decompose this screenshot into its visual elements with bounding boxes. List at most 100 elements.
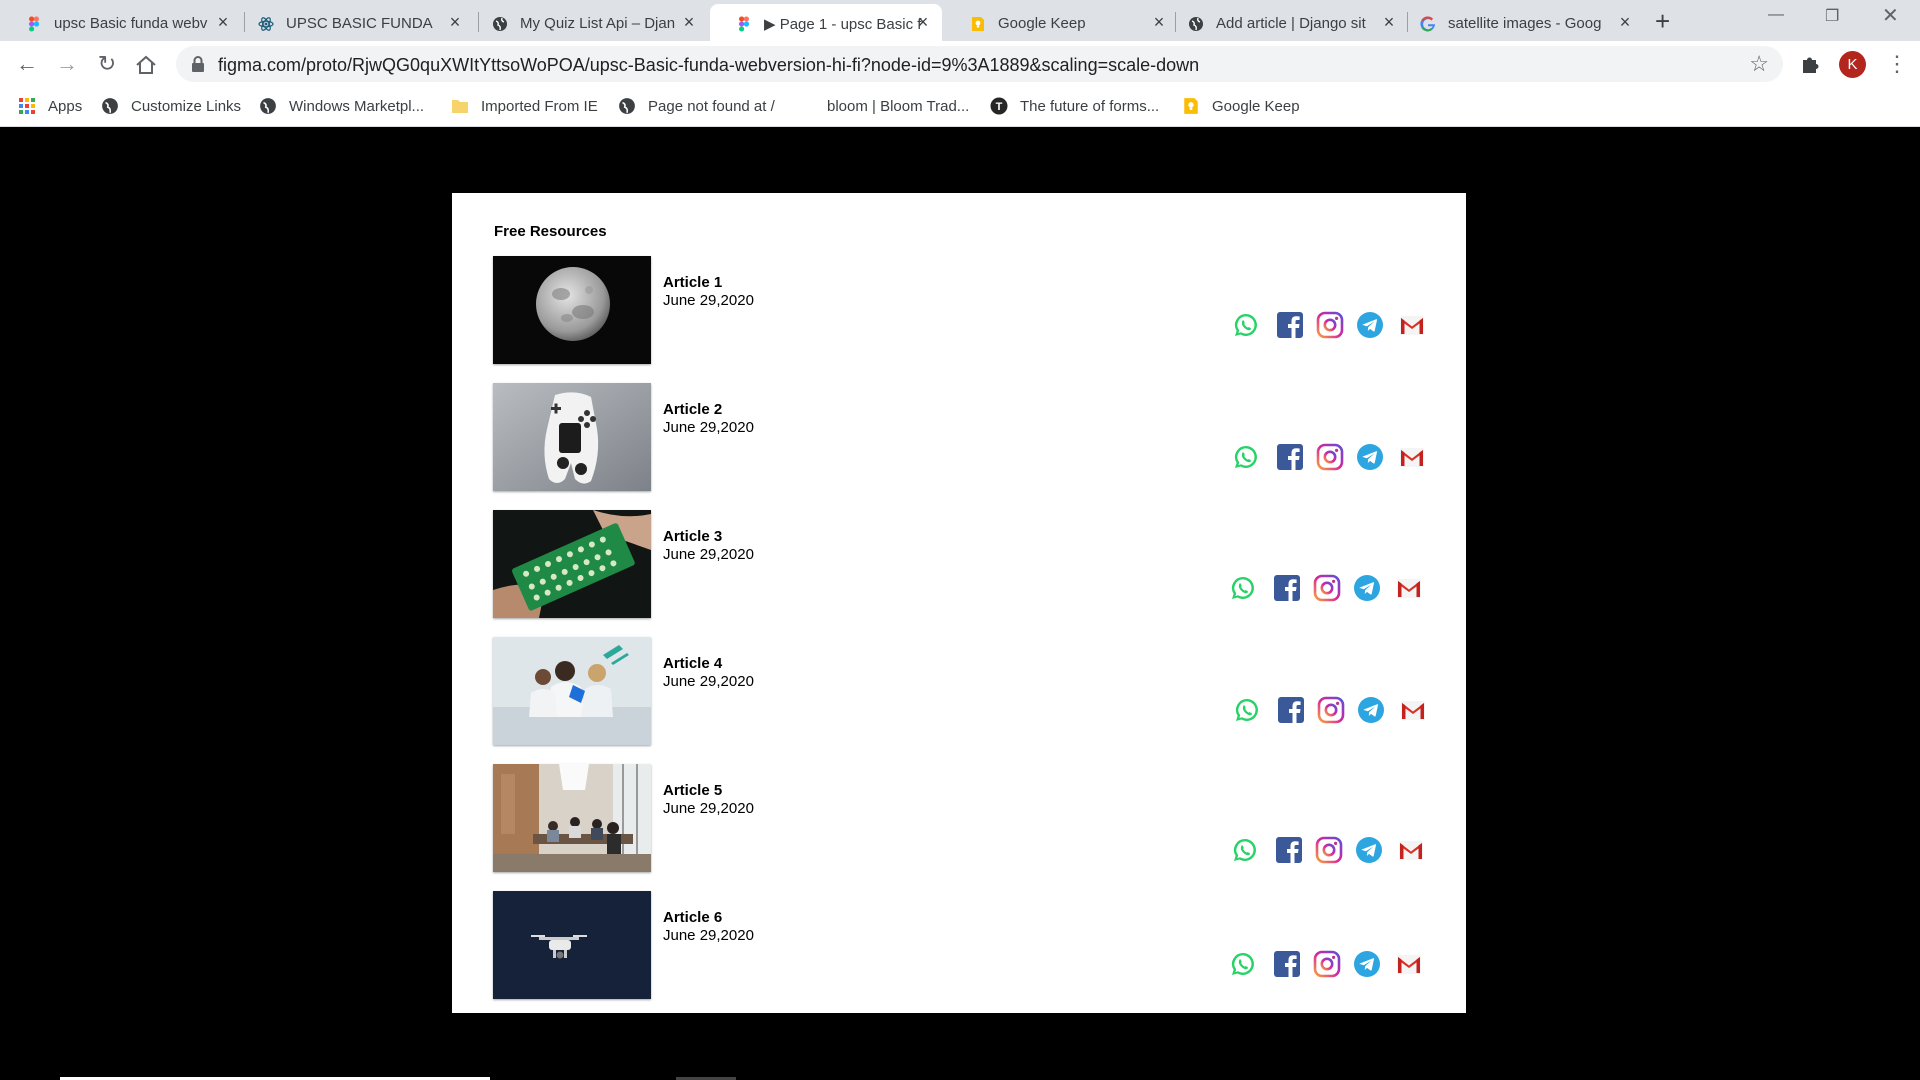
whatsapp-icon[interactable] [1229,574,1257,602]
tab-5[interactable]: Google Keep × [944,4,1184,41]
close-tab-icon[interactable]: × [914,13,932,31]
url-text[interactable]: figma.com/proto/RjwQG0quXWItYttsoWoPOA/u… [218,55,1199,76]
close-tab-icon[interactable]: × [446,13,464,31]
article-card[interactable]: Article 4 June 29,2020 [493,637,1433,745]
facebook-icon[interactable] [1273,574,1301,602]
globe-icon [102,98,118,114]
telegram-icon[interactable] [1356,311,1384,339]
close-tab-icon[interactable]: × [680,13,698,31]
article-card[interactable]: Article 3 June 29,2020 [493,510,1433,618]
article-title[interactable]: Article 6 [663,909,722,926]
bookmark-apps[interactable]: Apps [18,96,82,116]
instagram-icon[interactable] [1313,950,1341,978]
article-thumbnail-game-controller[interactable] [493,383,651,491]
bookmark-future-of-forms[interactable]: T The future of forms... [990,96,1159,116]
article-card[interactable]: Article 2 June 29,2020 [493,383,1433,491]
tab-strip: upsc Basic funda webv × UPSC BASIC FUNDA… [0,0,1920,41]
article-thumbnail-circuit-board[interactable] [493,510,651,618]
facebook-icon[interactable] [1276,443,1304,471]
bookmark-windows-marketplace[interactable]: Windows Marketpl... [259,96,424,116]
restore-icon[interactable]: ❐ [1825,6,1839,26]
bookmark-star-icon[interactable]: ☆ [1749,51,1769,77]
profile-avatar[interactable]: K [1839,51,1866,78]
facebook-icon[interactable] [1276,311,1304,339]
facebook-icon[interactable] [1277,696,1305,724]
article-card[interactable]: Article 5 June 29,2020 [493,764,1433,872]
tab-1[interactable]: upsc Basic funda webv × [0,4,240,41]
more-menu-icon[interactable]: ⋮ [1886,51,1908,77]
tab-6[interactable]: Add article | Django sit × [1162,4,1402,41]
facebook-icon[interactable] [1273,950,1301,978]
home-icon[interactable] [135,55,157,75]
gmail-icon[interactable] [1395,574,1423,602]
bookmark-google-keep[interactable]: Google Keep [1182,96,1300,116]
bookmark-label: Customize Links [131,97,242,115]
forward-icon[interactable]: → [54,51,80,77]
tab-3[interactable]: My Quiz List Api – Djan × [466,4,706,41]
bookmark-page-not-found[interactable]: Page not found at / [618,96,775,116]
instagram-icon[interactable] [1315,836,1343,864]
whatsapp-icon[interactable] [1231,836,1259,864]
instagram-icon[interactable] [1317,696,1345,724]
facebook-icon[interactable] [1275,836,1303,864]
article-date: June 29,2020 [663,419,754,436]
apps-grid-icon [19,98,35,114]
tab-2[interactable]: UPSC BASIC FUNDA × [232,4,472,41]
article-thumbnail-moon[interactable] [493,256,651,364]
tab-4-active[interactable]: ▶ Page 1 - upsc Basic f × [710,4,942,41]
whatsapp-icon[interactable] [1229,950,1257,978]
extensions-puzzle-icon[interactable] [1800,53,1822,75]
instagram-icon[interactable] [1316,311,1344,339]
gmail-icon[interactable] [1398,311,1426,339]
figma-prototype-canvas: Free Resources Article 1 June 29,2020 Ar… [0,127,1920,1080]
close-tab-icon[interactable]: × [1616,13,1634,31]
back-icon[interactable]: ← [14,51,40,77]
instagram-icon[interactable] [1316,443,1344,471]
article-date: June 29,2020 [663,546,754,563]
instagram-icon[interactable] [1313,574,1341,602]
article-card[interactable]: Article 6 June 29,2020 [493,891,1433,999]
bookmark-customize-links[interactable]: Customize Links [101,96,241,116]
lock-icon[interactable] [191,56,205,72]
typeform-icon: T [990,97,1008,115]
bookmark-label: The future of forms... [1020,97,1160,115]
whatsapp-icon[interactable] [1232,311,1260,339]
address-bar[interactable]: figma.com/proto/RjwQG0quXWItYttsoWoPOA/u… [176,46,1783,82]
window-close-icon[interactable]: ✕ [1882,3,1899,28]
tab-title: My Quiz List Api – Djan [520,15,676,32]
gmail-icon[interactable] [1398,443,1426,471]
whatsapp-icon[interactable] [1233,696,1261,724]
telegram-icon[interactable] [1353,574,1381,602]
gmail-icon[interactable] [1397,836,1425,864]
article-title[interactable]: Article 4 [663,655,722,672]
react-icon [258,17,274,31]
reload-icon[interactable]: ↻ [94,51,120,77]
article-thumbnail-lab-scientists[interactable] [493,637,651,745]
article-title[interactable]: Article 2 [663,401,722,418]
gmail-icon[interactable] [1395,950,1423,978]
whatsapp-icon[interactable] [1232,443,1260,471]
telegram-icon[interactable] [1357,696,1385,724]
bookmark-label: Imported From IE [481,97,598,115]
telegram-icon[interactable] [1353,950,1381,978]
article-card[interactable]: Article 1 June 29,2020 [493,256,1433,364]
share-icons [1229,950,1429,980]
share-icons [1231,836,1431,866]
article-title[interactable]: Article 3 [663,528,722,545]
article-title[interactable]: Article 1 [663,274,722,291]
minimize-icon[interactable]: — [1768,6,1784,24]
bookmark-imported-from-ie[interactable]: Imported From IE [451,96,598,116]
telegram-icon[interactable] [1355,836,1383,864]
globe-icon [260,98,276,114]
article-title[interactable]: Article 5 [663,782,722,799]
google-icon [1420,16,1435,32]
tab-7[interactable]: satellite images - Goog × [1394,4,1634,41]
article-thumbnail-drone[interactable] [493,891,651,999]
gmail-icon[interactable] [1399,696,1427,724]
article-thumbnail-office-meeting[interactable] [493,764,651,872]
close-tab-icon[interactable]: × [214,13,232,31]
bookmark-bloom[interactable]: bloom | Bloom Trad... [797,96,969,116]
new-tab-button[interactable]: + [1655,8,1670,34]
free-resources-frame: Free Resources Article 1 June 29,2020 Ar… [452,193,1466,1013]
telegram-icon[interactable] [1356,443,1384,471]
